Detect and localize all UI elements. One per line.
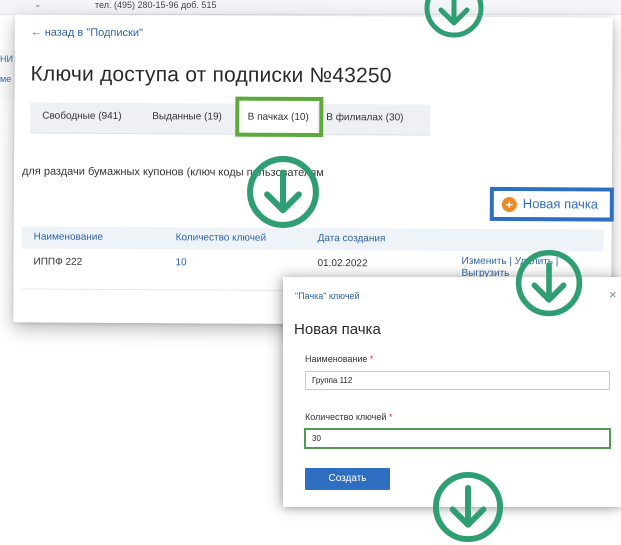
edit-link[interactable]: Изменить	[461, 256, 506, 267]
tab-issued[interactable]: Выданные (19)	[152, 111, 222, 122]
column-header-count: Количество ключей	[175, 232, 267, 244]
count-label-text: Количество ключей	[305, 412, 387, 422]
keys-count-input[interactable]: 30	[305, 429, 610, 448]
required-mark: *	[369, 354, 374, 364]
new-pack-label: Новая пачка	[522, 196, 599, 212]
back-link[interactable]: ← назад в "Подписки"	[31, 27, 143, 40]
new-pack-button[interactable]: + Новая пачка	[489, 186, 614, 222]
arrow-down-circle-icon	[247, 156, 319, 228]
back-link-label: назад в "Подписки"	[44, 26, 143, 40]
sidebar-fragment-text: ме	[0, 74, 12, 84]
close-icon[interactable]: ×	[609, 287, 617, 302]
modal-caption: "Пачка" ключей	[295, 291, 360, 301]
name-label-text: Наименование	[305, 354, 368, 364]
create-button[interactable]: Создать	[305, 468, 390, 490]
column-header-name: Наименование	[33, 231, 104, 243]
arrow-left-icon: ←	[30, 26, 42, 39]
tab-bar: Свободные (941) Выданные (19) В пачках (…	[30, 102, 431, 136]
row-date: 01.02.2022	[317, 258, 368, 270]
name-field-label: Наименование *	[305, 354, 373, 364]
pack-name-input[interactable]: Группа 112	[305, 371, 610, 390]
row-count-link[interactable]: 10	[175, 257, 186, 268]
arrow-down-circle-icon	[432, 471, 504, 543]
arrow-down-circle-icon	[424, 0, 484, 38]
chevron-down-icon[interactable]: ⌄	[34, 0, 42, 10]
top-bar: ⌄ тел. (495) 280-15-96 доб. 515	[0, 0, 621, 15]
sidebar-fragment-text: НИ	[0, 54, 13, 64]
page-title: Ключи доступа от подписки №43250	[30, 62, 392, 88]
tab-highlight-frame	[235, 96, 324, 138]
row-name: ИППФ 222	[33, 256, 83, 268]
arrow-down-circle-icon	[515, 249, 583, 317]
count-field-label: Количество ключей *	[305, 412, 392, 422]
phone-number: тел. (495) 280-15-96 доб. 515	[95, 0, 217, 10]
left-sidebar-fragment: НИ ме	[0, 50, 15, 100]
modal-title: Новая пачка	[294, 321, 381, 338]
plus-icon: +	[501, 196, 517, 213]
required-mark: *	[388, 412, 393, 422]
column-header-date: Дата создания	[317, 233, 386, 245]
tab-in-branches[interactable]: В филиалах (30)	[326, 112, 403, 123]
tab-free[interactable]: Свободные (941)	[42, 111, 121, 122]
